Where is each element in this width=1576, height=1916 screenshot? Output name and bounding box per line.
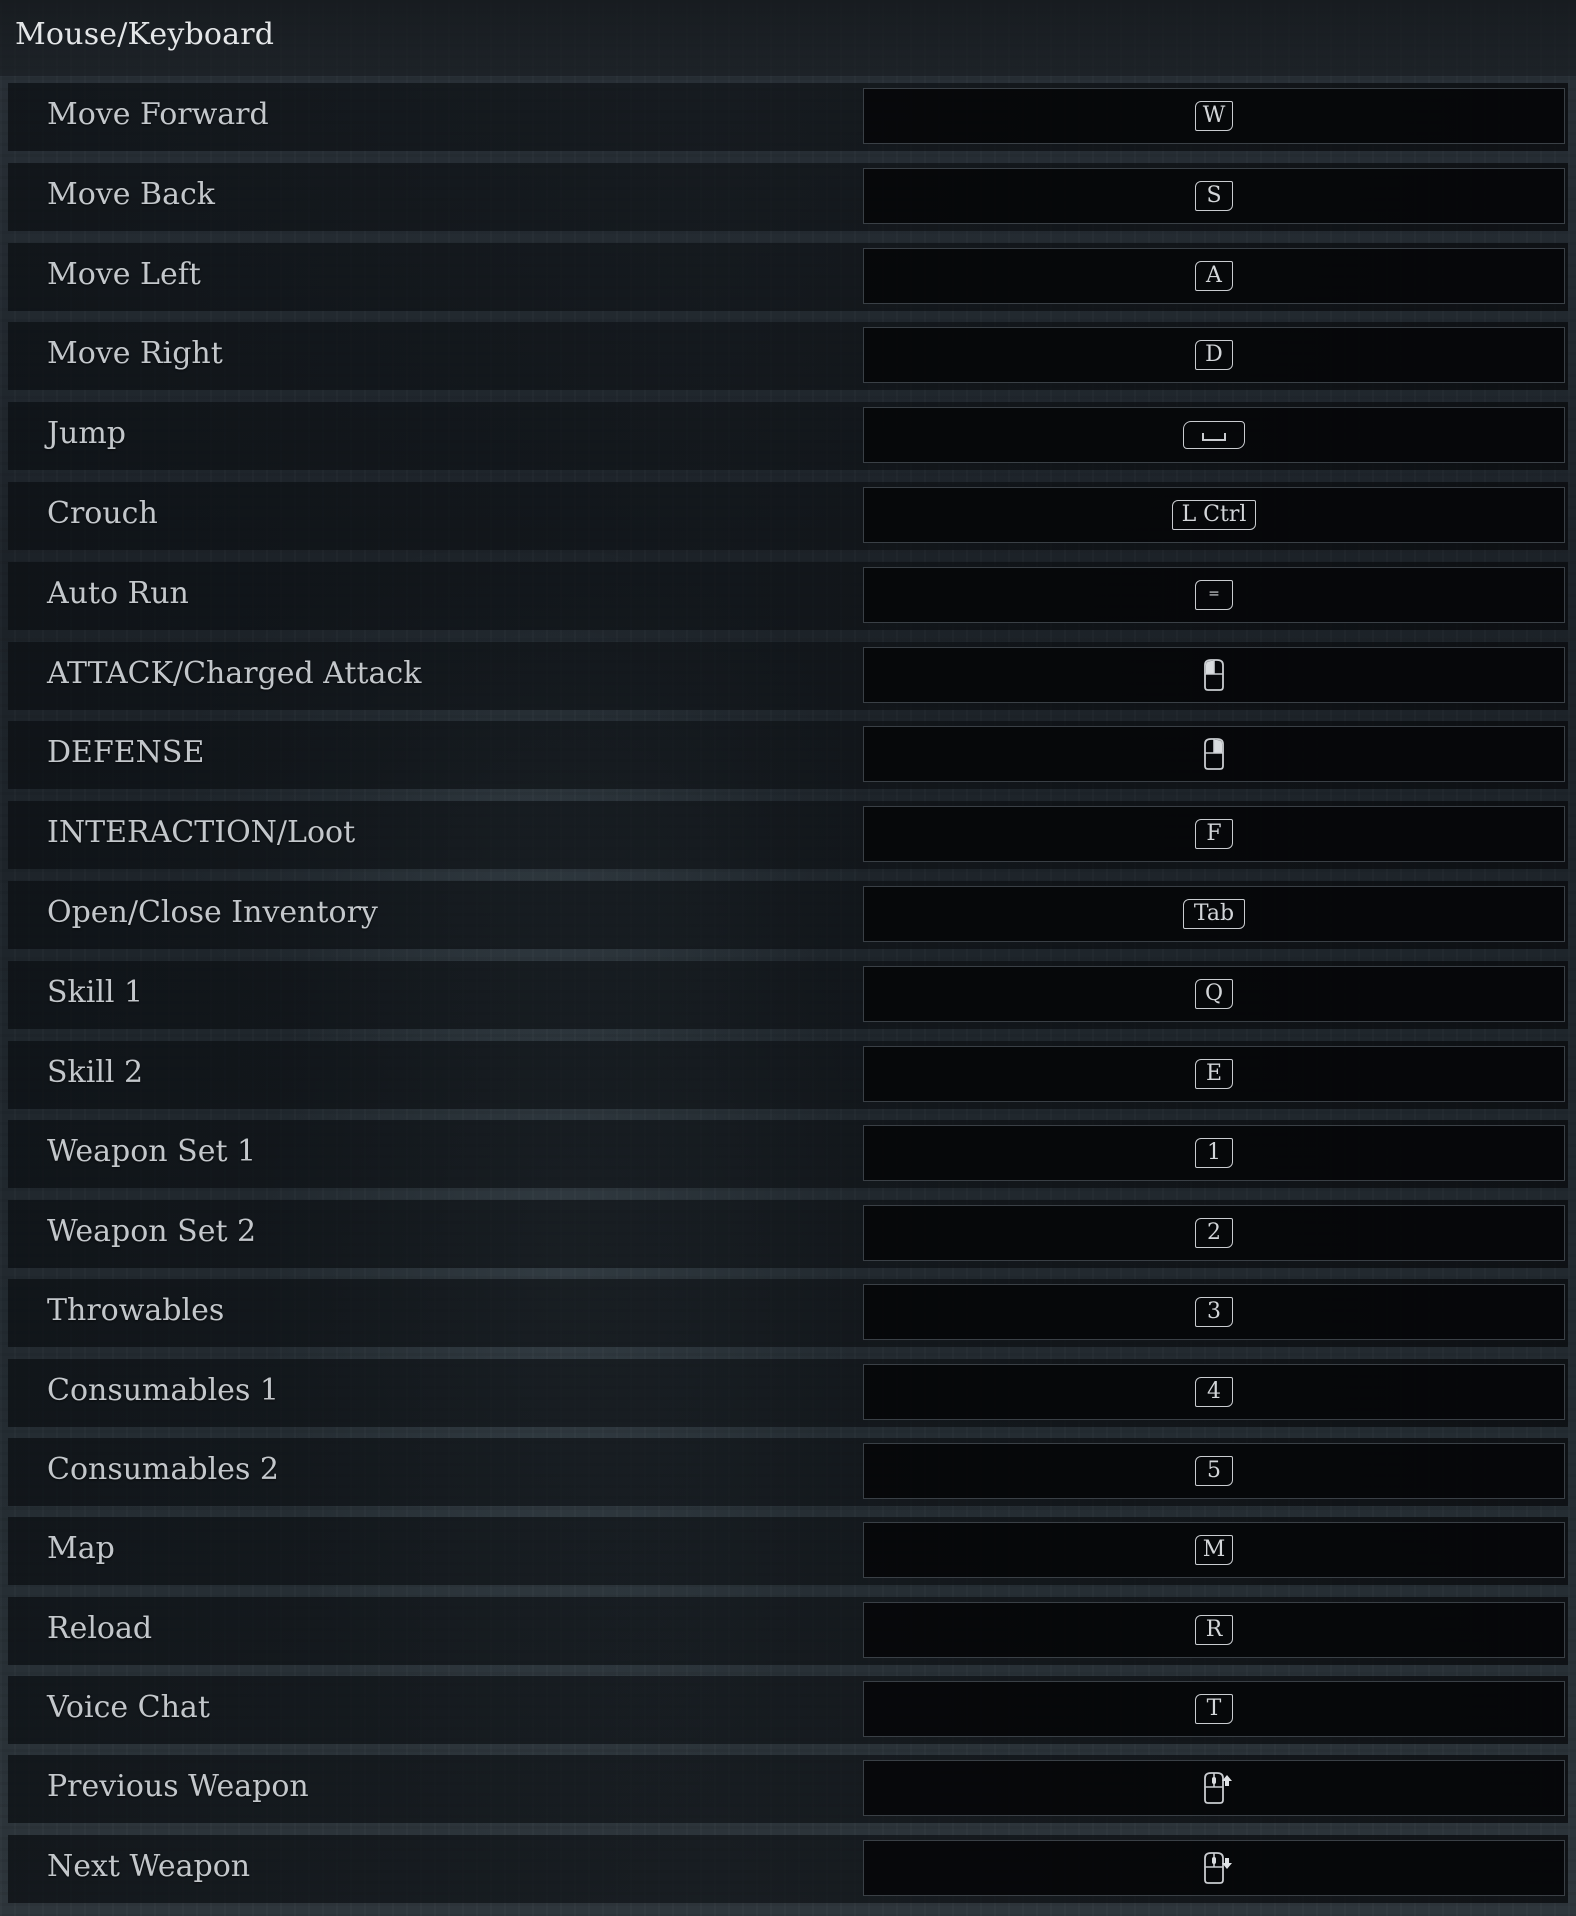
- action-label: ATTACK/Charged Attack: [47, 655, 422, 691]
- keycap-2-icon: 2: [1195, 1218, 1233, 1249]
- keycap-equals-icon: =: [1195, 579, 1233, 610]
- key-binding-slot[interactable]: 5: [863, 1443, 1565, 1500]
- binding-row-move-forward[interactable]: Move Forward W: [8, 83, 1568, 151]
- keycap-tab-icon: Tab: [1183, 898, 1245, 929]
- keycap-d-icon: D: [1195, 340, 1233, 371]
- action-label: Next Weapon: [47, 1848, 251, 1884]
- binding-row-consumables-1[interactable]: Consumables 1 4: [8, 1358, 1568, 1427]
- key-binding-slot[interactable]: F: [863, 806, 1565, 863]
- key-binding-slot[interactable]: =: [863, 566, 1565, 623]
- keycap-q-icon: Q: [1195, 978, 1233, 1009]
- key-binding-slot[interactable]: R: [863, 1601, 1565, 1658]
- binding-row-consumables-2[interactable]: Consumables 2 5: [8, 1438, 1568, 1507]
- binding-row-previous-weapon[interactable]: Previous Weapon: [8, 1755, 1568, 1824]
- action-label: Skill 2: [47, 1054, 144, 1090]
- binding-row-weapon-set-1[interactable]: Weapon Set 1 1: [8, 1120, 1568, 1189]
- action-label: Weapon Set 2: [47, 1214, 257, 1250]
- binding-row-map[interactable]: Map M: [8, 1517, 1568, 1586]
- binding-row-next-weapon[interactable]: Next Weapon: [8, 1834, 1568, 1903]
- mouse-wheel-down-icon: [1194, 1850, 1234, 1886]
- action-label: Move Back: [47, 176, 215, 212]
- keycap-w-icon: W: [1195, 101, 1233, 131]
- key-binding-slot[interactable]: Q: [863, 965, 1565, 1022]
- spacebar-glyph: [1202, 433, 1226, 442]
- action-label: Previous Weapon: [47, 1769, 309, 1805]
- binding-row-defense[interactable]: DEFENSE: [8, 721, 1568, 790]
- binding-row-voice-chat[interactable]: Voice Chat T: [8, 1675, 1568, 1744]
- action-label: Move Right: [47, 336, 223, 372]
- keycap-a-icon: A: [1195, 260, 1233, 291]
- key-binding-slot[interactable]: [863, 646, 1565, 703]
- binding-row-open-close-inventory[interactable]: Open/Close Inventory Tab: [8, 880, 1568, 949]
- keycap-4-icon: 4: [1195, 1376, 1233, 1407]
- binding-row-auto-run[interactable]: Auto Run =: [8, 561, 1568, 630]
- key-binding-slot[interactable]: 3: [863, 1284, 1565, 1341]
- key-binding-slot[interactable]: M: [863, 1522, 1565, 1579]
- key-binding-slot[interactable]: 2: [863, 1205, 1565, 1262]
- keycap-r-icon: R: [1195, 1614, 1233, 1645]
- action-label: Crouch: [47, 495, 158, 531]
- binding-row-weapon-set-2[interactable]: Weapon Set 2 2: [8, 1200, 1568, 1269]
- action-label: Skill 1: [47, 974, 144, 1010]
- action-label: Map: [47, 1531, 115, 1567]
- action-label: Consumables 2: [47, 1452, 279, 1488]
- spacebar-icon: [1183, 421, 1245, 450]
- key-binding-slot[interactable]: [863, 1839, 1565, 1896]
- binding-row-crouch[interactable]: Crouch L Ctrl: [8, 481, 1568, 550]
- action-label: Consumables 1: [47, 1372, 279, 1408]
- key-binding-slot[interactable]: 1: [863, 1125, 1565, 1182]
- binding-row-skill-1[interactable]: Skill 1 Q: [8, 960, 1568, 1029]
- keycap-e-icon: E: [1195, 1058, 1233, 1089]
- action-label: Throwables: [47, 1293, 225, 1329]
- key-binding-slot[interactable]: [863, 1760, 1565, 1817]
- key-binding-slot[interactable]: A: [863, 247, 1565, 304]
- binding-row-skill-2[interactable]: Skill 2 E: [8, 1040, 1568, 1109]
- header-bar: Mouse/Keyboard: [0, 0, 1576, 76]
- section-title: Mouse/Keyboard: [15, 17, 275, 52]
- keycap-l-ctrl-icon: L Ctrl: [1172, 499, 1256, 530]
- keycap-1-icon: 1: [1195, 1138, 1233, 1169]
- key-binding-slot[interactable]: [863, 726, 1565, 783]
- keycap-t-icon: T: [1195, 1693, 1233, 1724]
- action-label: Voice Chat: [47, 1689, 210, 1725]
- action-label: Open/Close Inventory: [47, 894, 378, 930]
- binding-row-jump[interactable]: Jump: [8, 402, 1568, 471]
- keybinding-list: Move Forward W Move Back S Move Left A Move Ri…: [8, 83, 1568, 1914]
- mouse-right-icon: [1194, 736, 1234, 772]
- action-label: Auto Run: [47, 575, 189, 611]
- action-label: DEFENSE: [47, 735, 205, 771]
- action-label: Weapon Set 1: [47, 1134, 257, 1170]
- key-binding-slot[interactable]: W: [863, 88, 1565, 144]
- binding-row-move-right[interactable]: Move Right D: [8, 322, 1568, 391]
- key-binding-slot[interactable]: E: [863, 1045, 1565, 1102]
- action-label: Reload: [47, 1610, 153, 1646]
- key-binding-slot[interactable]: L Ctrl: [863, 486, 1565, 543]
- key-binding-slot[interactable]: Tab: [863, 885, 1565, 942]
- binding-row-attack-charged-attack[interactable]: ATTACK/Charged Attack: [8, 641, 1568, 710]
- action-label: Move Forward: [47, 97, 269, 132]
- action-label: Move Left: [47, 256, 201, 292]
- action-label: INTERACTION/Loot: [47, 815, 356, 851]
- key-binding-slot[interactable]: S: [863, 167, 1565, 224]
- key-binding-slot[interactable]: 4: [863, 1363, 1565, 1420]
- keycap-s-icon: S: [1195, 180, 1233, 211]
- binding-row-reload[interactable]: Reload R: [8, 1596, 1568, 1665]
- keycap-f-icon: F: [1195, 819, 1233, 850]
- keycap-3-icon: 3: [1195, 1297, 1233, 1328]
- binding-row-interaction-loot[interactable]: INTERACTION/Loot F: [8, 801, 1568, 870]
- binding-row-throwables[interactable]: Throwables 3: [8, 1279, 1568, 1348]
- key-binding-slot[interactable]: D: [863, 327, 1565, 384]
- key-binding-slot[interactable]: T: [863, 1680, 1565, 1737]
- mouse-wheel-up-icon: [1194, 1770, 1234, 1806]
- keycap-m-icon: M: [1195, 1535, 1233, 1566]
- mouse-left-icon: [1194, 657, 1234, 693]
- action-label: Jump: [47, 416, 126, 452]
- key-binding-slot[interactable]: [863, 407, 1565, 464]
- binding-row-move-left[interactable]: Move Left A: [8, 242, 1568, 311]
- keycap-5-icon: 5: [1195, 1456, 1233, 1487]
- binding-row-move-back[interactable]: Move Back S: [8, 162, 1568, 231]
